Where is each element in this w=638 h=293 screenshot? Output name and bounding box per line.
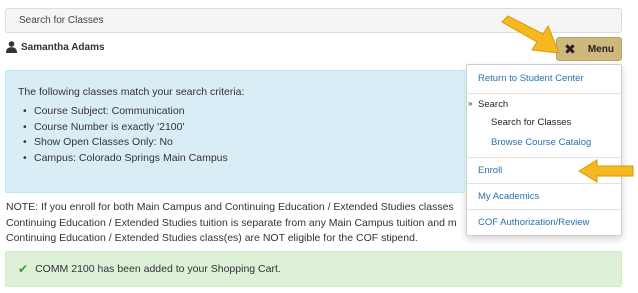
menu-button[interactable]: ✖ Menu bbox=[556, 37, 622, 61]
menu-item-cof-authorization[interactable]: COF Authorization/Review bbox=[478, 217, 589, 228]
menu-item-search[interactable]: Search bbox=[478, 99, 508, 110]
criteria-item: Course Number is exactly '2100' bbox=[20, 120, 228, 136]
criteria-intro: The following classes match your search … bbox=[18, 86, 245, 98]
menu-button-label: Menu bbox=[587, 43, 614, 55]
menu-item-search-for-classes[interactable]: Search for Classes bbox=[491, 117, 571, 128]
success-message: COMM 2100 has been added to your Shoppin… bbox=[35, 263, 281, 275]
menu-item-my-academics[interactable]: My Academics bbox=[478, 191, 539, 202]
menu-item-browse-course-catalog[interactable]: Browse Course Catalog bbox=[491, 137, 591, 148]
criteria-list: Course Subject: Communication Course Num… bbox=[20, 104, 228, 166]
success-alert: ✔ COMM 2100 has been added to your Shopp… bbox=[5, 251, 622, 287]
person-icon bbox=[6, 41, 17, 53]
note-line: NOTE: If you enroll for both Main Campus… bbox=[6, 201, 454, 213]
user-name: Samantha Adams bbox=[21, 41, 105, 53]
criteria-item: Course Subject: Communication bbox=[20, 104, 228, 120]
annotation-arrow-icon bbox=[578, 159, 634, 183]
menu-divider bbox=[467, 93, 621, 94]
enrollment-note: NOTE: If you enroll for both Main Campus… bbox=[6, 200, 476, 247]
navigation-dropdown: Return to Student Center » Search Search… bbox=[466, 64, 622, 236]
criteria-item: Show Open Classes Only: No bbox=[20, 135, 228, 151]
criteria-item: Campus: Colorado Springs Main Campus bbox=[20, 151, 228, 167]
close-icon: ✖ bbox=[564, 41, 576, 57]
return-to-student-center-link[interactable]: Return to Student Center bbox=[478, 73, 584, 84]
menu-divider bbox=[467, 209, 621, 210]
expanded-marker-icon: » bbox=[468, 99, 473, 108]
checkmark-icon: ✔ bbox=[18, 262, 29, 276]
user-info: Samantha Adams bbox=[6, 40, 105, 54]
annotation-arrow-icon bbox=[501, 15, 560, 54]
note-line: Continuing Education / Extended Studies … bbox=[6, 216, 457, 229]
menu-item-enroll[interactable]: Enroll bbox=[478, 165, 502, 176]
note-line: Continuing Education / Extended Studies … bbox=[6, 232, 418, 244]
page-title: Search for Classes bbox=[19, 15, 104, 26]
search-criteria-panel: The following classes match your search … bbox=[5, 70, 465, 193]
